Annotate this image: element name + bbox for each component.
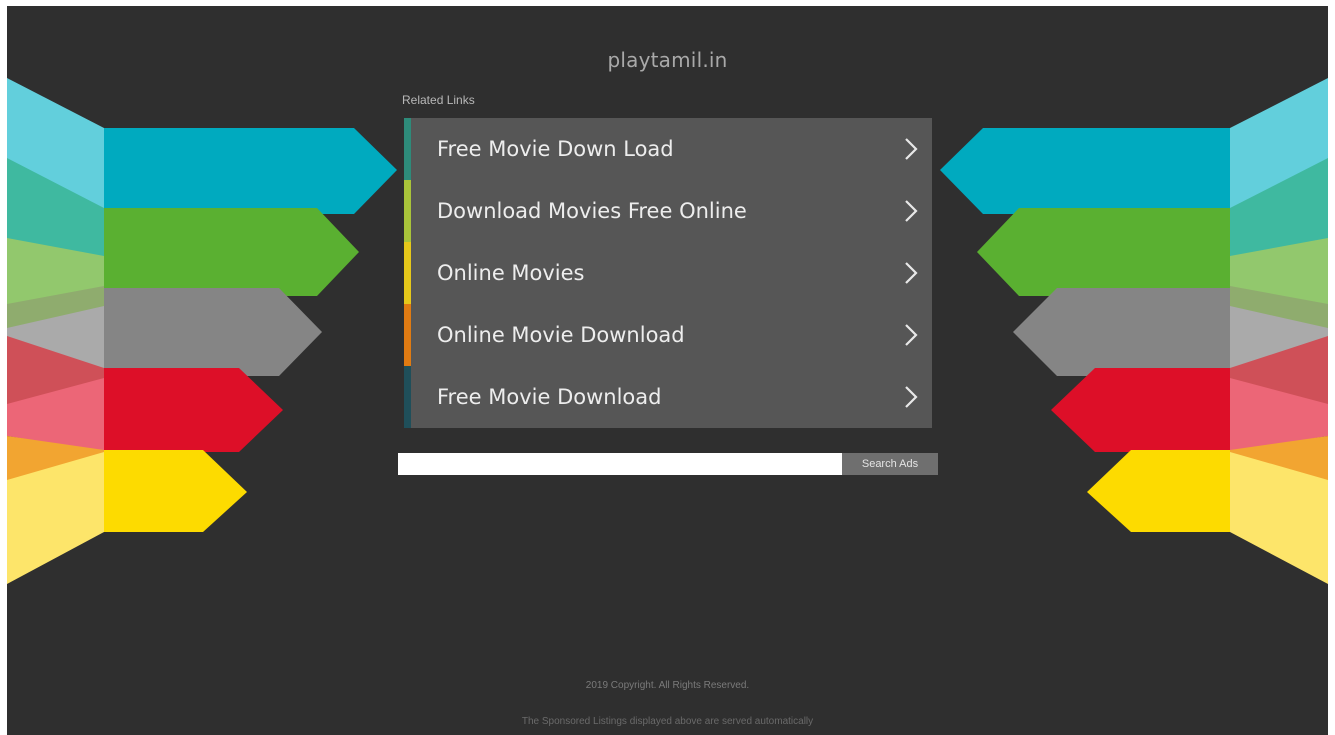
link-accent-bar — [404, 304, 411, 366]
related-link-label: Online Movies — [437, 261, 585, 285]
link-accent-bar — [404, 366, 411, 428]
link-accent-bar — [404, 180, 411, 242]
chevron-right-icon — [905, 138, 918, 160]
related-link-4[interactable]: Online Movie Download — [404, 304, 932, 366]
link-accent-bar — [404, 118, 411, 180]
chevron-right-icon — [905, 386, 918, 408]
link-accent-bar — [404, 242, 411, 304]
right-ribbon-cyan-main — [940, 128, 1230, 214]
right-ribbon-green-main — [977, 208, 1230, 296]
related-link-label: Free Movie Down Load — [437, 137, 674, 161]
site-title: playtamil.in — [607, 48, 728, 72]
related-links-label: Related Links — [402, 93, 475, 107]
left-ribbon-green-main — [104, 208, 359, 296]
search-ads-button[interactable]: Search Ads — [842, 453, 938, 475]
chevron-right-icon — [905, 200, 918, 222]
left-ribbon-cyan-main — [104, 128, 397, 214]
related-link-3[interactable]: Online Movies — [404, 242, 932, 304]
page-frame: playtamil.in Related Links Free Movie Do… — [7, 6, 1328, 735]
chevron-right-icon — [905, 262, 918, 284]
right-ribbon-gray-main — [1013, 288, 1230, 376]
related-link-label: Download Movies Free Online — [437, 199, 747, 223]
search-bar: Search Ads — [398, 453, 938, 475]
left-ribbons — [7, 78, 397, 584]
right-ribbon-yellow-main — [1087, 450, 1230, 532]
left-ribbon-red-main — [104, 368, 283, 452]
footer-copyright: 2019 Copyright. All Rights Reserved. — [585, 680, 750, 691]
search-input[interactable] — [398, 453, 842, 475]
related-link-5[interactable]: Free Movie Download — [404, 366, 932, 428]
right-ribbons — [940, 78, 1328, 584]
left-ribbon-yellow-main — [104, 450, 247, 532]
related-link-2[interactable]: Download Movies Free Online — [404, 180, 932, 242]
footer-note: The Sponsored Listings displayed above a… — [521, 716, 814, 727]
chevron-right-icon — [905, 324, 918, 346]
related-links-list: Free Movie Down Load Download Movies Fre… — [404, 118, 932, 428]
related-link-label: Online Movie Download — [437, 323, 685, 347]
left-ribbon-gray-main — [104, 288, 322, 376]
right-ribbon-red-main — [1051, 368, 1230, 452]
related-link-1[interactable]: Free Movie Down Load — [404, 118, 932, 180]
related-link-label: Free Movie Download — [437, 385, 662, 409]
